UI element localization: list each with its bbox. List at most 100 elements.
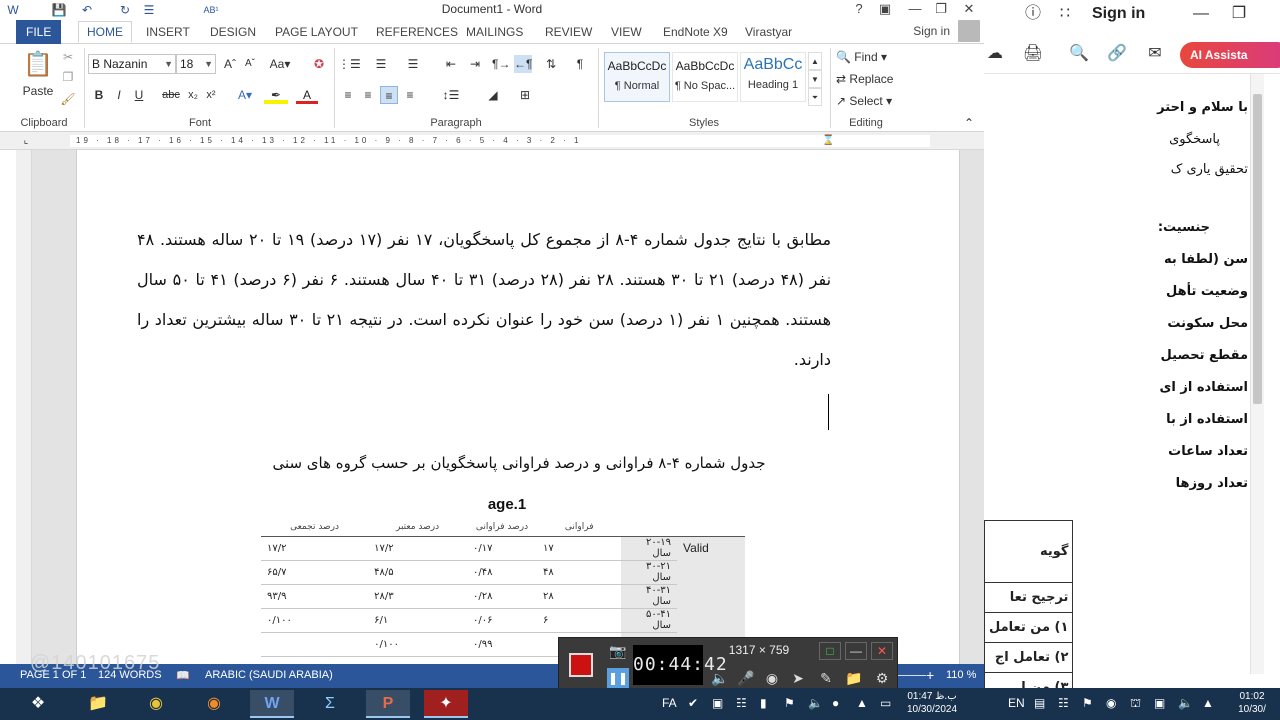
- tray-volume-icon[interactable]: 🔈: [808, 696, 823, 710]
- underline-icon[interactable]: U: [132, 86, 146, 104]
- italic-icon[interactable]: I: [112, 86, 126, 104]
- email-icon[interactable]: ✉: [1144, 44, 1166, 64]
- copy-icon[interactable]: ❐: [60, 68, 76, 86]
- paste-icon[interactable]: 📋: [22, 50, 54, 80]
- tab-review[interactable]: REVIEW: [545, 23, 592, 43]
- avatar[interactable]: [958, 20, 980, 42]
- help-icon[interactable]: ⓘ: [1022, 4, 1044, 24]
- styles-scroll-down-icon[interactable]: ▼: [808, 70, 822, 88]
- zoom-level[interactable]: 110 %: [946, 669, 976, 681]
- tray-record-icon[interactable]: ●: [832, 696, 839, 710]
- tab-selector-icon[interactable]: ⌞: [20, 132, 32, 150]
- chevron-down-icon[interactable]: ▼: [164, 55, 173, 73]
- apps-grid-icon[interactable]: ∷: [1054, 4, 1076, 24]
- clear-formatting-icon[interactable]: ✪: [310, 55, 328, 73]
- search-icon[interactable]: 🔍: [1068, 44, 1090, 64]
- folder-icon[interactable]: 📁: [843, 668, 865, 688]
- collapse-ribbon-icon[interactable]: ⌃: [962, 114, 976, 132]
- table-caption[interactable]: جدول شماره ۴-۸ فراوانی و درصد فراوانی پا…: [77, 454, 961, 472]
- spss-table-title[interactable]: age.1: [257, 496, 757, 513]
- restore-icon[interactable]: ❐: [1228, 4, 1250, 24]
- document-canvas[interactable]: مطابق با نتایج جدول شماره ۴-۸ از مجموع ک…: [32, 150, 984, 664]
- taskbar-math[interactable]: Σ: [308, 690, 352, 718]
- tray-app-icon[interactable]: ▮: [760, 696, 767, 710]
- superscript-icon[interactable]: x²: [204, 86, 218, 104]
- grow-font-icon[interactable]: Aˆ: [222, 55, 238, 73]
- subscript-icon[interactable]: x₂: [186, 86, 200, 104]
- align-right-icon[interactable]: ≡: [380, 86, 398, 104]
- tab-references[interactable]: REFERENCES: [376, 23, 458, 43]
- styles-scroll-up-icon[interactable]: ▲: [808, 52, 822, 70]
- help-icon[interactable]: ?: [846, 0, 872, 20]
- restore-icon[interactable]: ❐: [928, 0, 954, 20]
- tray-flag-icon[interactable]: ⚑: [1082, 696, 1093, 710]
- decrease-indent-icon[interactable]: ⇤: [442, 55, 460, 73]
- taskbar-powerpoint[interactable]: P: [366, 690, 410, 718]
- pen-icon[interactable]: ✎: [815, 668, 837, 688]
- word-sign-in[interactable]: Sign in: [913, 24, 950, 38]
- tab-home[interactable]: HOME: [78, 21, 132, 43]
- taskbar-explorer[interactable]: 📁: [76, 690, 120, 718]
- document-page[interactable]: مطابق با نتایج جدول شماره ۴-۸ از مجموع ک…: [76, 150, 960, 664]
- start-button[interactable]: ❖: [18, 690, 58, 718]
- horizontal-ruler[interactable]: ⌞ 19 · 18 · 17 · 16 · 15 · 14 · 13 · 12 …: [0, 132, 984, 150]
- tray-network-icon[interactable]: ☷: [1058, 696, 1069, 710]
- link-icon[interactable]: 🔗: [1106, 44, 1128, 64]
- vertical-ruler[interactable]: [16, 150, 32, 664]
- cursor-icon[interactable]: ➤: [787, 668, 809, 688]
- tab-file[interactable]: FILE: [16, 20, 62, 44]
- tray-signal-icon[interactable]: ▲: [1202, 696, 1214, 710]
- spss-frequency-table[interactable]: فراوانی درصد فراوانی درصد معتبر درصد تجم…: [261, 518, 745, 657]
- tab-view[interactable]: VIEW: [611, 23, 642, 43]
- change-case-icon[interactable]: Aa▾: [268, 55, 292, 73]
- borders-icon[interactable]: ⊞: [514, 86, 536, 104]
- select-button[interactable]: ↗ Select ▾: [836, 92, 900, 110]
- format-painter-icon[interactable]: 🖌: [60, 90, 76, 108]
- keyboard-language[interactable]: FA: [662, 696, 677, 710]
- font-name-combo[interactable]: B Nazanin ▼: [88, 54, 176, 74]
- tab-mailings[interactable]: MAILINGS: [466, 23, 523, 43]
- scrollbar-thumb[interactable]: [1253, 94, 1262, 404]
- record-stop-button[interactable]: [569, 653, 593, 677]
- pdf-scrollbar[interactable]: [1250, 74, 1264, 674]
- replace-button[interactable]: ⇄ Replace: [836, 70, 900, 88]
- language[interactable]: ARABIC (SAUDI ARABIA): [205, 669, 333, 681]
- find-button[interactable]: 🔍 Find ▾: [836, 48, 900, 66]
- ruler-scale[interactable]: 19 · 18 · 17 · 16 · 15 · 14 · 13 · 12 · …: [70, 135, 930, 147]
- strikethrough-icon[interactable]: abc: [162, 86, 180, 104]
- tray-shield-icon[interactable]: ⛫: [1130, 696, 1141, 712]
- style-no-spacing[interactable]: AaBbCcDc ¶ No Spac...: [672, 52, 738, 102]
- keyboard-language-2[interactable]: EN: [1008, 696, 1025, 710]
- region-icon[interactable]: □: [819, 642, 841, 660]
- font-color-icon[interactable]: A: [296, 86, 318, 104]
- align-center-icon[interactable]: ≡: [360, 86, 376, 104]
- shading-icon[interactable]: ◢: [482, 86, 504, 104]
- increase-indent-icon[interactable]: ⇥: [466, 55, 484, 73]
- ribbon-display-icon[interactable]: ▣: [872, 0, 898, 20]
- body-paragraph[interactable]: مطابق با نتایج جدول شماره ۴-۸ از مجموع ک…: [137, 220, 831, 380]
- shrink-font-icon[interactable]: Aˇ: [242, 55, 258, 73]
- indent-marker-icon[interactable]: ⌛: [822, 132, 834, 150]
- taskbar-firefox[interactable]: ◉: [192, 690, 236, 718]
- ai-assistant-button[interactable]: AI Assista: [1180, 42, 1280, 68]
- system-clock[interactable]: 01:47 ب.ظ 10/30/2024: [900, 690, 964, 716]
- taskbar-acrobat[interactable]: ✦: [424, 690, 468, 718]
- tray-box-icon[interactable]: ▣: [712, 696, 723, 710]
- webcam-icon[interactable]: ◉: [761, 668, 783, 688]
- tray-signal-icon[interactable]: ▲: [856, 696, 868, 710]
- style-heading-1[interactable]: AaBbCc Heading 1: [740, 52, 806, 102]
- align-left-icon[interactable]: ≡: [340, 86, 356, 104]
- tray-network-icon[interactable]: ☷: [736, 696, 747, 710]
- multilevel-list-icon[interactable]: ☰: [402, 55, 424, 73]
- pdf-sign-in[interactable]: Sign in: [1092, 5, 1145, 23]
- bold-icon[interactable]: B: [92, 86, 106, 104]
- microphone-icon[interactable]: 🎤: [735, 668, 757, 688]
- styles-more-icon[interactable]: ⏷: [808, 88, 822, 106]
- ltr-direction-icon[interactable]: ¶→: [492, 55, 510, 73]
- pause-button[interactable]: ❚❚: [607, 668, 629, 688]
- settings-gear-icon[interactable]: ⚙: [871, 668, 893, 688]
- tab-endnote[interactable]: EndNote X9: [663, 23, 728, 43]
- rtl-direction-icon[interactable]: ←¶: [514, 55, 532, 73]
- text-effects-icon[interactable]: A▾: [234, 86, 256, 104]
- paste-button[interactable]: Paste: [20, 82, 56, 100]
